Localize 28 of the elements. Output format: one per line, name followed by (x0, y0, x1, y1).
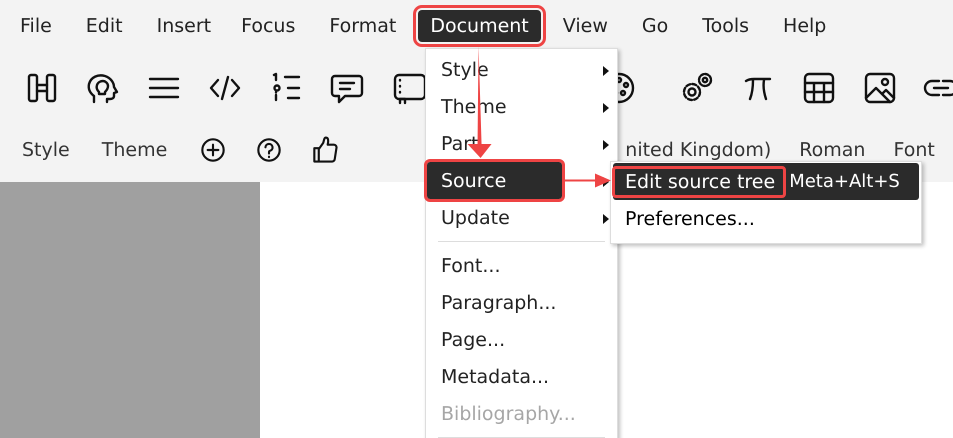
menu-item[interactable]: Edit (74, 10, 135, 42)
toolbar-button[interactable]: Theme (96, 137, 174, 163)
menu-item[interactable]: Focus (229, 10, 308, 42)
menu-item[interactable]: Edit source tree (613, 166, 786, 196)
toolbar-button[interactable]: Style (16, 137, 76, 163)
menu-item[interactable]: Preferences... (613, 204, 763, 234)
menu-item[interactable]: Format (317, 10, 408, 42)
menu-item[interactable]: Go (630, 10, 680, 42)
menu-item[interactable]: Source (427, 162, 562, 199)
shortcut-label: Meta+Alt+S (788, 171, 900, 192)
menu-item[interactable]: Metadata... (427, 358, 605, 395)
toolbar-button[interactable]: Font (887, 137, 941, 163)
callout-arrow (564, 174, 611, 188)
menu-item[interactable]: File (8, 10, 64, 42)
toolbar-button[interactable]: Roman (793, 137, 872, 163)
menu-item: Bibliography... (440, 402, 577, 426)
menu-item[interactable]: Paragraph... (427, 284, 605, 321)
menu-item[interactable]: Document (418, 10, 541, 42)
menu-item[interactable]: Tools (690, 10, 762, 42)
menu-item[interactable]: Update (427, 199, 605, 236)
menu-item[interactable]: Insert (144, 10, 224, 42)
menu-item[interactable]: Page... (427, 321, 605, 358)
table-icon[interactable] (801, 70, 837, 106)
image-icon[interactable] (862, 70, 898, 106)
menu-item[interactable]: Font... (427, 247, 605, 284)
menu-item[interactable]: Help (771, 10, 838, 42)
toolbar-button[interactable]: nited Kingdom) (619, 137, 778, 163)
menu-item[interactable]: View (550, 10, 620, 42)
